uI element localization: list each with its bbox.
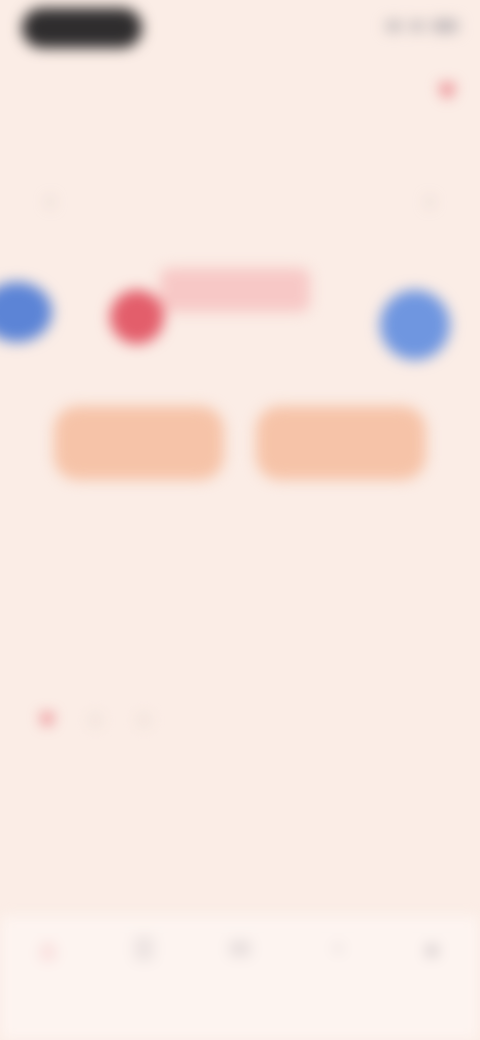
- left-blob: [0, 282, 52, 342]
- tab-home[interactable]: ⌂: [8, 916, 88, 1040]
- favorite-button[interactable]: ♥: [438, 74, 456, 108]
- next-button[interactable]: ›: [425, 185, 434, 216]
- circle-icon[interactable]: ●: [137, 706, 152, 734]
- tab-list[interactable]: ☰: [104, 916, 184, 1040]
- signal-icon: [386, 21, 402, 31]
- list-icon: ☰: [132, 934, 156, 964]
- tab-chat[interactable]: ✉: [200, 916, 280, 1040]
- prev-button[interactable]: ‹: [46, 185, 55, 216]
- chevron-left-icon: ‹: [46, 185, 55, 215]
- red-blob: [110, 290, 164, 344]
- bell-icon: ◔: [328, 934, 344, 964]
- chevron-right-icon: ›: [425, 185, 434, 215]
- action-button-right[interactable]: [256, 406, 426, 480]
- status-bar: [386, 20, 458, 32]
- heart-icon: ♥: [438, 74, 456, 107]
- home-icon: ⌂: [40, 934, 56, 964]
- heart-icon[interactable]: ♥: [40, 706, 54, 734]
- profile-icon: ●: [424, 934, 440, 964]
- wifi-icon: [410, 21, 424, 31]
- right-blob: [380, 290, 450, 360]
- illustration-card: [160, 268, 310, 312]
- dynamic-island: [22, 8, 142, 48]
- action-button-left[interactable]: [54, 406, 224, 480]
- chat-icon: ✉: [229, 934, 251, 964]
- battery-icon: [432, 20, 458, 32]
- tab-bar: ⌂ ☰ ✉ ◔ ●: [0, 916, 480, 1040]
- blurred-screen: ♥ ‹ › ♥ ● ● ⌂ ☰ ✉ ◔ ●: [0, 0, 480, 1040]
- rating-row: ♥ ● ●: [40, 706, 151, 734]
- circle-icon[interactable]: ●: [88, 706, 103, 734]
- tab-profile[interactable]: ●: [392, 916, 472, 1040]
- tab-alerts[interactable]: ◔: [296, 916, 376, 1040]
